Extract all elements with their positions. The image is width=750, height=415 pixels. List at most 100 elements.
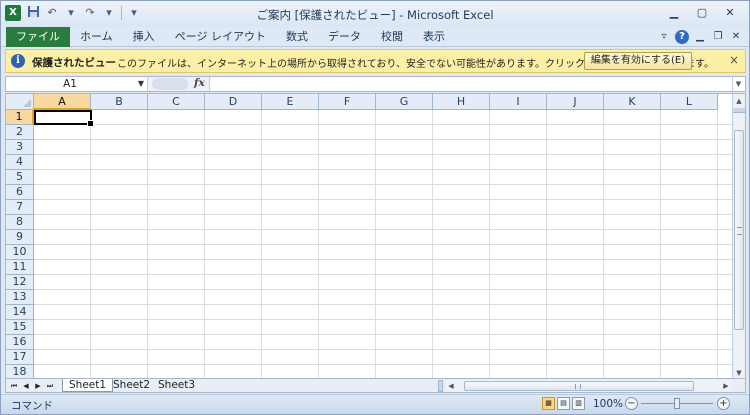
tab-page-layout[interactable]: ページ レイアウト xyxy=(165,27,276,47)
info-icon: i xyxy=(11,54,25,68)
tab-file[interactable]: ファイル xyxy=(6,27,70,47)
scroll-up-icon[interactable]: ▲ xyxy=(733,94,745,108)
grid-row-line xyxy=(34,364,734,365)
row-header-2[interactable]: 2 xyxy=(6,125,34,140)
row-header-11[interactable]: 11 xyxy=(6,260,34,275)
tab-home[interactable]: ホーム xyxy=(70,27,123,47)
column-header-l[interactable]: L xyxy=(661,94,718,110)
row-header-7[interactable]: 7 xyxy=(6,200,34,215)
column-header-a[interactable]: A xyxy=(34,94,91,110)
insert-function-icon[interactable]: fx xyxy=(194,77,205,89)
grid-row-line xyxy=(34,289,734,290)
ribbon-tabs: ファイル ホーム 挿入 ページ レイアウト 数式 データ 校閲 表示 xyxy=(6,27,455,47)
scroll-down-icon[interactable]: ▼ xyxy=(733,366,745,378)
last-sheet-icon[interactable]: ⏭ xyxy=(45,380,55,392)
grid-row-line xyxy=(34,124,734,125)
doc-minimize-icon[interactable]: ▁ xyxy=(693,29,707,45)
formula-buttons: fx xyxy=(148,77,210,91)
column-header-h[interactable]: H xyxy=(433,94,490,110)
column-header-d[interactable]: D xyxy=(205,94,262,110)
prev-sheet-icon[interactable]: ◀ xyxy=(21,380,31,392)
title-bar: X ↶ ▾ ↷ ▾ ▾ ご案内 [保護されたビュー] - Microsoft E… xyxy=(1,1,749,27)
minimize-ribbon-icon[interactable]: ▿ xyxy=(657,29,671,45)
grid-row-line xyxy=(34,154,734,155)
formula-input[interactable] xyxy=(212,77,732,91)
zoom-in-icon[interactable]: + xyxy=(717,397,730,410)
horizontal-split-box[interactable] xyxy=(733,108,745,113)
vertical-scrollbar[interactable]: ▲ ▼ xyxy=(732,94,745,378)
row-header-9[interactable]: 9 xyxy=(6,230,34,245)
chevron-down-icon[interactable]: ▼ xyxy=(138,79,144,88)
page-layout-view-icon[interactable]: ▤ xyxy=(557,397,570,410)
scroll-right-icon[interactable]: ▶ xyxy=(721,380,731,392)
column-header-j[interactable]: J xyxy=(547,94,604,110)
row-header-18[interactable]: 18 xyxy=(6,365,34,378)
grid-row-line xyxy=(34,274,734,275)
close-icon[interactable]: ✕ xyxy=(717,4,743,22)
name-box[interactable]: A1 ▼ xyxy=(6,77,148,91)
help-icon[interactable]: ? xyxy=(675,30,689,44)
row-header-12[interactable]: 12 xyxy=(6,275,34,290)
protected-view-bar[interactable]: i 保護されたビュー このファイルは、インターネット上の場所から取得されており、… xyxy=(5,49,746,73)
close-icon[interactable]: × xyxy=(729,53,739,67)
tab-view[interactable]: 表示 xyxy=(413,27,455,47)
row-header-16[interactable]: 16 xyxy=(6,335,34,350)
row-header-15[interactable]: 15 xyxy=(6,320,34,335)
expand-formula-bar-icon[interactable]: ▼ xyxy=(732,77,744,91)
column-header-k[interactable]: K xyxy=(604,94,661,110)
sheet-tab-2[interactable]: Sheet2 xyxy=(107,379,156,392)
row-header-13[interactable]: 13 xyxy=(6,290,34,305)
protected-view-title: 保護されたビュー xyxy=(32,57,116,69)
maximize-icon[interactable]: ▢ xyxy=(689,4,715,22)
enable-editing-button[interactable]: 編集を有効にする(E) xyxy=(584,52,692,70)
grid-row-line xyxy=(34,169,734,170)
next-sheet-icon[interactable]: ▶ xyxy=(33,380,43,392)
tab-split-box[interactable] xyxy=(438,380,443,392)
column-header-f[interactable]: F xyxy=(319,94,376,110)
column-header-e[interactable]: E xyxy=(262,94,319,110)
horizontal-scrollbar[interactable]: ◀ ▶ xyxy=(446,380,731,392)
vertical-scroll-thumb[interactable] xyxy=(734,130,744,330)
page-break-view-icon[interactable]: ▥ xyxy=(572,397,585,410)
row-header-1[interactable]: 1 xyxy=(6,110,34,125)
zoom-out-icon[interactable]: − xyxy=(625,397,638,410)
column-header-c[interactable]: C xyxy=(148,94,205,110)
first-sheet-icon[interactable]: ⏮ xyxy=(9,380,19,392)
row-header-6[interactable]: 6 xyxy=(6,185,34,200)
tab-review[interactable]: 校閲 xyxy=(371,27,413,47)
row-header-8[interactable]: 8 xyxy=(6,215,34,230)
grid-row-line xyxy=(34,199,734,200)
doc-close-icon[interactable]: ✕ xyxy=(729,29,743,45)
zoom-level[interactable]: 100% xyxy=(593,398,623,410)
name-box-value: A1 xyxy=(63,78,77,90)
window-title: ご案内 [保護されたビュー] - Microsoft Excel xyxy=(256,8,494,22)
column-header-g[interactable]: G xyxy=(376,94,433,110)
tab-data[interactable]: データ xyxy=(318,27,371,47)
view-buttons: ▦ ▤ ▥ xyxy=(542,397,585,410)
row-header-4[interactable]: 4 xyxy=(6,155,34,170)
active-cell[interactable] xyxy=(34,110,94,127)
ribbon: ファイル ホーム 挿入 ページ レイアウト 数式 データ 校閲 表示 ▿ ? ▁… xyxy=(1,27,749,47)
worksheet-grid[interactable]: ▲ ▼ A B C D E F G H I J K L 1 2 3 4 5 6 7 8 9 10 11 12 13 14 15 16 1… xyxy=(5,93,746,379)
sheet-tab-1[interactable]: Sheet1 xyxy=(62,379,114,392)
row-header-3[interactable]: 3 xyxy=(6,140,34,155)
excel-window: X ↶ ▾ ↷ ▾ ▾ ご案内 [保護されたビュー] - Microsoft E… xyxy=(0,0,750,415)
grid-row-line xyxy=(34,139,734,140)
doc-restore-icon[interactable]: ❐ xyxy=(711,29,725,45)
horizontal-scroll-thumb[interactable] xyxy=(464,381,694,391)
tab-insert[interactable]: 挿入 xyxy=(123,27,165,47)
scroll-left-icon[interactable]: ◀ xyxy=(446,380,456,392)
zoom-slider-thumb[interactable] xyxy=(674,398,680,409)
row-header-14[interactable]: 14 xyxy=(6,305,34,320)
minimize-icon[interactable]: ▁ xyxy=(661,4,687,22)
column-header-b[interactable]: B xyxy=(91,94,148,110)
row-header-5[interactable]: 5 xyxy=(6,170,34,185)
row-header-10[interactable]: 10 xyxy=(6,245,34,260)
scroll-grip xyxy=(737,227,742,235)
row-header-17[interactable]: 17 xyxy=(6,350,34,365)
normal-view-icon[interactable]: ▦ xyxy=(542,397,555,410)
column-header-i[interactable]: I xyxy=(490,94,547,110)
tab-formulas[interactable]: 数式 xyxy=(276,27,318,47)
sheet-tab-3[interactable]: Sheet3 xyxy=(152,379,201,392)
select-all-button[interactable] xyxy=(6,94,34,110)
